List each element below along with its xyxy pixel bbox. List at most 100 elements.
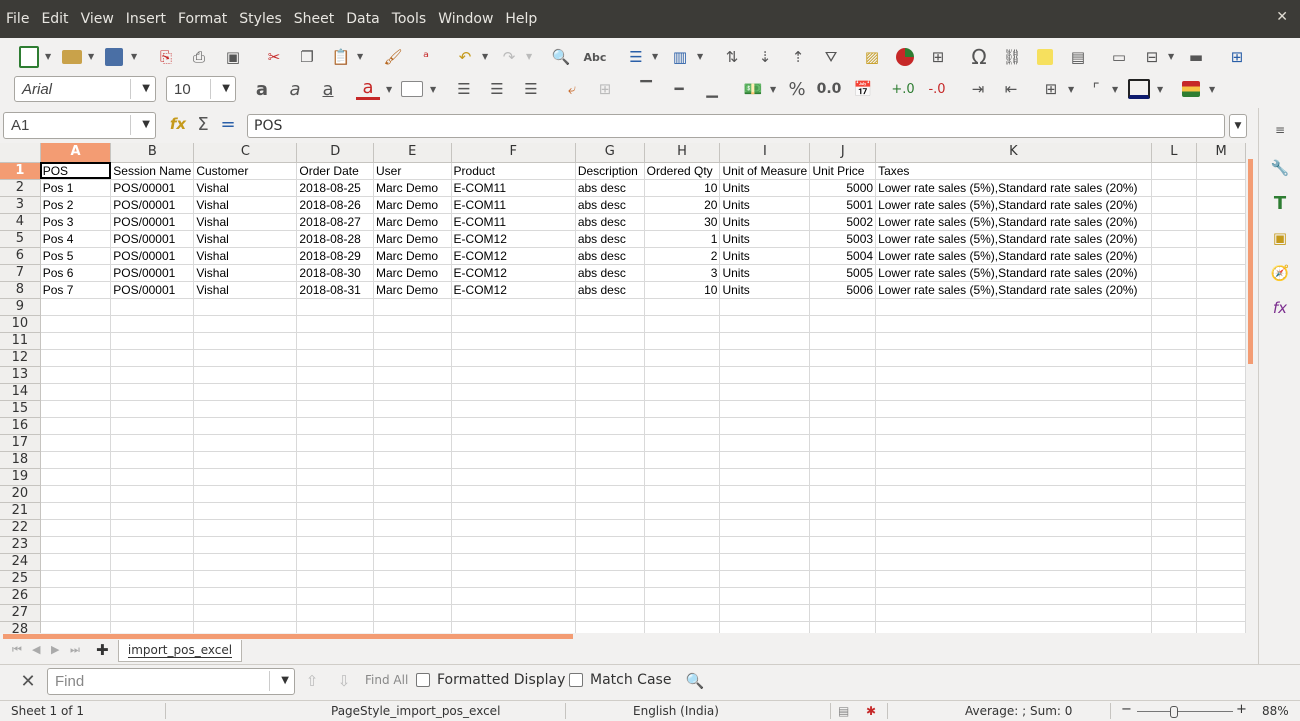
cell[interactable]: Units — [719, 196, 811, 214]
first-sheet-icon[interactable]: ⏮ — [12, 643, 22, 657]
zoom-level[interactable]: 88% — [1262, 704, 1289, 718]
find-replace-dialog-icon[interactable]: 🔍 — [683, 669, 707, 693]
cell[interactable] — [809, 434, 877, 452]
cell[interactable] — [1196, 383, 1246, 401]
page-style[interactable]: PageStyle_import_pos_excel — [331, 704, 500, 718]
cell[interactable] — [1151, 604, 1198, 622]
cell[interactable]: POS/00001 — [110, 247, 195, 265]
cell[interactable] — [296, 315, 374, 333]
cell[interactable] — [193, 400, 298, 418]
cell[interactable] — [575, 332, 645, 350]
cell[interactable]: POS/00001 — [110, 179, 195, 197]
add-decimal-icon[interactable]: +.0 — [891, 77, 915, 101]
cell[interactable] — [296, 383, 374, 401]
cell[interactable] — [296, 417, 374, 435]
increase-indent-icon[interactable]: ⇥ — [966, 77, 990, 101]
cell[interactable] — [451, 621, 576, 633]
last-sheet-icon[interactable]: ⏭ — [70, 643, 80, 657]
cell[interactable] — [193, 417, 298, 435]
row-header[interactable]: 5 — [0, 230, 41, 248]
conditional-format-icon[interactable] — [1179, 77, 1203, 101]
cell[interactable] — [110, 315, 195, 333]
cell[interactable] — [809, 536, 877, 554]
function-wizard-icon[interactable]: fx — [166, 112, 190, 136]
underline-icon[interactable]: a — [316, 77, 340, 101]
cell[interactable] — [875, 604, 1152, 622]
close-find-bar-icon[interactable]: ✕ — [16, 669, 40, 693]
cell[interactable] — [110, 553, 195, 571]
cell[interactable]: Lower rate sales (5%),Standard rate sale… — [875, 247, 1152, 265]
cell[interactable] — [451, 553, 576, 571]
row-icon[interactable]: ☰ — [624, 45, 648, 69]
row-header[interactable]: 16 — [0, 417, 41, 435]
cell[interactable] — [110, 451, 195, 469]
cell[interactable] — [110, 400, 195, 418]
cell[interactable] — [110, 468, 195, 486]
cell[interactable] — [644, 502, 721, 520]
cell[interactable] — [193, 383, 298, 401]
cell[interactable] — [575, 570, 645, 588]
cell[interactable] — [1151, 553, 1198, 571]
cell[interactable] — [193, 468, 298, 486]
cell[interactable] — [644, 536, 721, 554]
cell[interactable] — [193, 502, 298, 520]
cell[interactable]: Ordered Qty — [644, 162, 721, 180]
cell[interactable] — [40, 451, 112, 469]
previous-sheet-icon[interactable]: ◀ — [32, 643, 40, 656]
cell[interactable] — [40, 400, 112, 418]
cell[interactable] — [875, 536, 1152, 554]
cell[interactable] — [40, 298, 112, 316]
cell[interactable] — [1196, 179, 1246, 197]
cell[interactable] — [875, 468, 1152, 486]
date-format-icon[interactable]: 📅 — [851, 77, 875, 101]
cell[interactable] — [1196, 485, 1246, 503]
cell[interactable] — [373, 366, 452, 384]
cell[interactable] — [110, 519, 195, 537]
cell[interactable] — [193, 451, 298, 469]
export-pdf-icon[interactable]: ⎘ — [154, 45, 178, 69]
autofilter-icon[interactable]: ⛛ — [819, 45, 843, 69]
cell[interactable] — [1196, 604, 1246, 622]
row-header[interactable]: 1 — [0, 162, 41, 180]
row-header[interactable]: 18 — [0, 451, 41, 469]
cell[interactable] — [451, 587, 576, 605]
cell[interactable]: 2018-08-25 — [296, 179, 374, 197]
cell[interactable] — [719, 451, 811, 469]
cell[interactable] — [296, 451, 374, 469]
select-all-corner[interactable] — [0, 143, 41, 163]
cell[interactable] — [451, 383, 576, 401]
cell[interactable] — [719, 468, 811, 486]
cell[interactable] — [40, 621, 112, 633]
find-previous-icon[interactable]: ⇧ — [300, 669, 324, 693]
merge-cells-icon[interactable]: ⊞ — [593, 77, 617, 101]
cell[interactable] — [40, 570, 112, 588]
special-character-icon[interactable]: Ω — [967, 45, 991, 69]
cell[interactable] — [1196, 349, 1246, 367]
cell[interactable] — [373, 587, 452, 605]
vertical-scrollbar[interactable] — [1246, 143, 1258, 633]
zoom-slider[interactable] — [1137, 711, 1233, 712]
cell[interactable] — [193, 604, 298, 622]
row-header[interactable]: 26 — [0, 587, 41, 605]
cell[interactable] — [296, 621, 374, 633]
cell[interactable] — [719, 383, 811, 401]
cell[interactable] — [1151, 621, 1198, 633]
cell[interactable]: 5006 — [809, 281, 877, 299]
cell[interactable]: Product — [451, 162, 576, 180]
cell[interactable] — [809, 451, 877, 469]
cell[interactable] — [373, 502, 452, 520]
cell[interactable] — [193, 315, 298, 333]
cell[interactable] — [193, 366, 298, 384]
cell[interactable] — [644, 298, 721, 316]
font-color-dropdown-icon[interactable]: ▼ — [386, 85, 394, 94]
cell[interactable] — [1151, 332, 1198, 350]
cell[interactable] — [296, 536, 374, 554]
formatted-display-checkbox[interactable] — [416, 673, 430, 687]
cell[interactable] — [809, 468, 877, 486]
cell[interactable] — [809, 485, 877, 503]
cell[interactable]: 2018-08-27 — [296, 213, 374, 231]
cell[interactable]: POS/00001 — [110, 213, 195, 231]
cell[interactable] — [1151, 519, 1198, 537]
cell[interactable]: User — [373, 162, 452, 180]
cell[interactable] — [719, 502, 811, 520]
